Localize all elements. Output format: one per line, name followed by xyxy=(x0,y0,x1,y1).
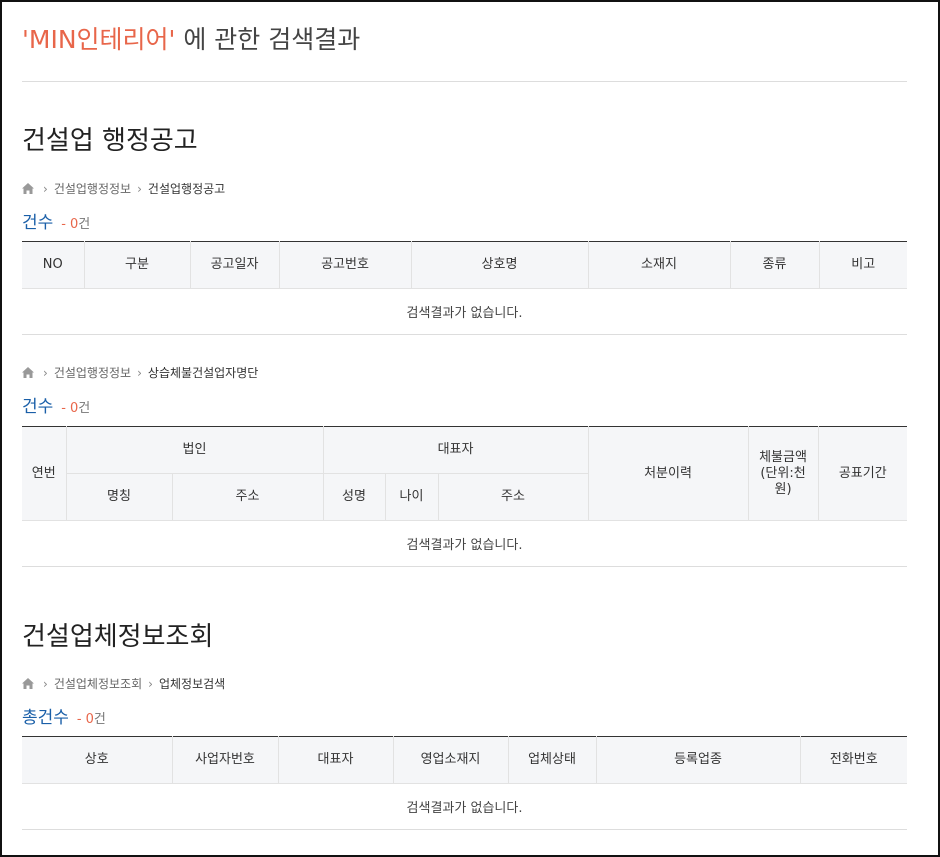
count-value: 0 xyxy=(69,217,79,232)
count-value: 0 xyxy=(85,712,94,727)
column-header: 성명 xyxy=(322,473,386,521)
breadcrumb-current: 상습체불건설업자명단 xyxy=(147,366,259,380)
count-unit: 건 xyxy=(78,401,91,416)
home-icon[interactable] xyxy=(22,678,34,689)
section-title-admin: 건설업 행정공고 xyxy=(22,126,198,156)
count-label: 총건수 xyxy=(22,708,69,728)
column-header: 소재지 xyxy=(587,241,730,289)
table-header-row: 연번 법인 대표자 처분이력 체불금액(단위:천원) 공표기간 xyxy=(22,426,908,521)
column-header: 등록업종 xyxy=(595,736,800,784)
chevron-right-icon: › xyxy=(43,365,48,380)
count-unit: 건 xyxy=(78,217,91,232)
count-dash: - xyxy=(61,401,66,416)
search-result-suffix: 에 관한 검색결과 xyxy=(183,25,361,54)
column-header: 비고 xyxy=(818,241,907,289)
column-header: 주소 xyxy=(171,473,324,521)
column-header: 연번 xyxy=(22,426,66,521)
chevron-right-icon: › xyxy=(43,181,48,196)
chevron-right-icon: › xyxy=(137,365,142,380)
column-header: 공표기간 xyxy=(817,426,908,521)
count-dash: - xyxy=(76,712,82,727)
unpaid-table: 연번 법인 대표자 처분이력 체불금액(단위:천원) 공표기간 명칭 주소 성명… xyxy=(22,426,908,567)
empty-message: 검색결과가 없습니다. xyxy=(22,520,908,567)
count-row: 총건수 - 0 건 xyxy=(22,703,106,728)
column-header: 전화번호 xyxy=(799,736,907,784)
search-keyword: 'MIN인테리어' xyxy=(22,25,176,54)
breadcrumb-item[interactable]: 건설업행정정보 xyxy=(54,180,131,197)
column-header: 법인 xyxy=(65,426,324,474)
breadcrumb-current: 건설업행정공고 xyxy=(147,182,226,196)
page-frame: 'MIN인테리어' 에 관한 검색결과 건설업 행정공고 › 건설업행정정보 ›… xyxy=(0,0,940,857)
table-header-row: 상호 사업자번호 대표자 영업소재지 업체상태 등록업종 전화번호 xyxy=(22,736,907,784)
breadcrumb: › 건설업체정보조회 › 업체정보검색 xyxy=(22,675,225,692)
column-header: 업체상태 xyxy=(507,736,596,784)
chevron-right-icon: › xyxy=(43,676,48,691)
home-icon[interactable] xyxy=(22,367,34,378)
chevron-right-icon: › xyxy=(148,676,153,691)
column-header: 처분이력 xyxy=(587,426,749,521)
column-header: 상호 xyxy=(22,736,172,784)
table-row: 검색결과가 없습니다. xyxy=(22,783,907,830)
breadcrumb-item[interactable]: 건설업행정정보 xyxy=(54,364,131,381)
section-title-company: 건설업체정보조회 xyxy=(22,622,214,652)
divider xyxy=(22,81,907,82)
table-header-row: NO 구분 공고일자 공고번호 상호명 소재지 종류 비고 xyxy=(22,241,907,289)
column-header: 영업소재지 xyxy=(392,736,508,784)
column-header: 명칭 xyxy=(65,473,172,521)
home-icon[interactable] xyxy=(22,183,34,194)
empty-message: 검색결과가 없습니다. xyxy=(22,288,907,335)
column-header: 나이 xyxy=(384,473,439,521)
count-dash: - xyxy=(61,217,66,232)
column-header: 대표자 xyxy=(277,736,393,784)
breadcrumb-item[interactable]: 건설업체정보조회 xyxy=(54,675,142,692)
count-label: 건수 xyxy=(22,213,54,233)
count-unit: 건 xyxy=(93,712,106,727)
column-header: 체불금액(단위:천원) xyxy=(747,426,819,521)
column-header: 구분 xyxy=(83,241,190,289)
count-value: 0 xyxy=(69,401,79,416)
column-header: NO xyxy=(22,241,84,289)
breadcrumb: › 건설업행정정보 › 상습체불건설업자명단 xyxy=(22,364,258,381)
count-row: 건수 - 0 건 xyxy=(22,392,90,417)
table-row: 검색결과가 없습니다. xyxy=(22,288,907,335)
count-label: 건수 xyxy=(22,397,54,417)
breadcrumb: › 건설업행정정보 › 건설업행정공고 xyxy=(22,180,225,197)
column-header: 사업자번호 xyxy=(171,736,278,784)
count-row: 건수 - 0 건 xyxy=(22,208,90,233)
table-row: 검색결과가 없습니다. xyxy=(22,520,908,567)
column-header: 상호명 xyxy=(410,241,588,289)
column-header: 종류 xyxy=(729,241,819,289)
search-result-title: 'MIN인테리어' 에 관한 검색결과 xyxy=(22,20,360,56)
breadcrumb-current: 업체정보검색 xyxy=(158,677,226,691)
company-table: 상호 사업자번호 대표자 영업소재지 업체상태 등록업종 전화번호 검색결과가 … xyxy=(22,736,907,830)
notice-table: NO 구분 공고일자 공고번호 상호명 소재지 종류 비고 검색결과가 없습니다… xyxy=(22,241,907,335)
empty-message: 검색결과가 없습니다. xyxy=(22,783,907,830)
column-header: 주소 xyxy=(437,473,589,521)
chevron-right-icon: › xyxy=(137,181,142,196)
column-header: 공고일자 xyxy=(189,241,279,289)
column-header: 공고번호 xyxy=(278,241,411,289)
column-header: 대표자 xyxy=(322,426,589,474)
